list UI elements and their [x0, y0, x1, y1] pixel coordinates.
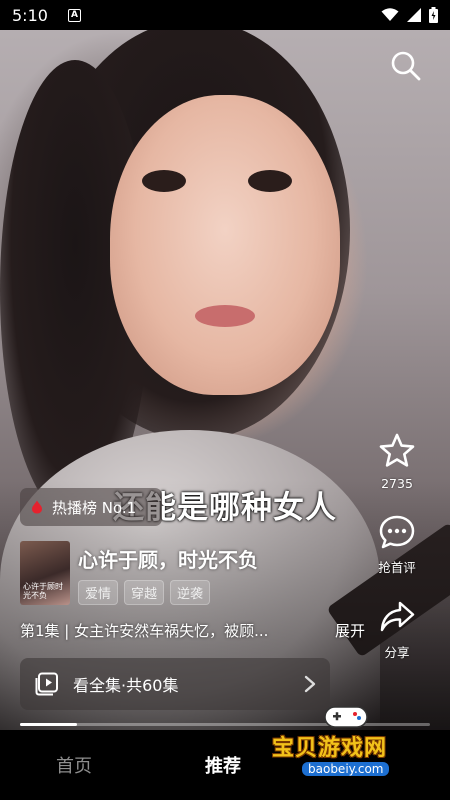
nav-home[interactable]: 首页: [56, 752, 92, 778]
favorite-count: 2735: [381, 476, 413, 491]
drama-tag[interactable]: 穿越: [124, 580, 165, 605]
drama-tags: 爱情 穿越 逆袭: [78, 580, 211, 605]
share-button[interactable]: 分享: [378, 598, 416, 661]
gamepad-icon: [324, 706, 368, 728]
watch-all-label: 看全集·共60集: [73, 676, 179, 695]
status-bar: 5:10 A: [0, 0, 450, 30]
chevron-right-icon: [304, 675, 316, 693]
video-frame-lips: [195, 305, 255, 327]
share-label: 分享: [384, 645, 410, 660]
drama-title[interactable]: 心许于顾，时光不负: [78, 544, 258, 573]
status-icons: [381, 7, 438, 23]
comment-label: 抢首评: [378, 560, 416, 575]
favorite-button[interactable]: 2735: [378, 432, 416, 491]
drama-cover-text: 心许于顾时光不负: [23, 582, 63, 601]
watermark-url: baobeiy.com: [302, 762, 390, 776]
watermark-title: 宝贝游戏网: [272, 736, 388, 761]
cellular-signal-icon: [407, 8, 421, 22]
drama-tag[interactable]: 逆袭: [170, 580, 211, 605]
drama-tag[interactable]: 爱情: [78, 580, 119, 605]
battery-charging-icon: [429, 7, 438, 23]
playlist-icon: [35, 672, 58, 696]
search-icon[interactable]: [390, 50, 422, 82]
action-column: 2735 抢首评 分享: [362, 432, 432, 661]
status-time: 5:10: [12, 5, 48, 25]
comment-button[interactable]: 抢首评: [378, 513, 416, 576]
notification-a-icon: A: [67, 8, 81, 22]
drama-cover[interactable]: 心许于顾时光不负: [20, 541, 70, 605]
expand-button[interactable]: 展开: [335, 620, 365, 641]
star-icon: [379, 433, 415, 467]
video-frame-face: [110, 95, 340, 395]
nav-recommend[interactable]: 推荐: [205, 752, 241, 778]
video-progress-fill: [20, 723, 78, 726]
video-frame-eye-left: [142, 170, 186, 192]
share-icon: [380, 601, 415, 632]
hot-rank-badge[interactable]: 热播榜 No.1: [20, 488, 162, 526]
video-frame-eye-right: [248, 170, 292, 192]
comment-icon: [379, 515, 415, 549]
hot-rank-text: 热播榜 No.1: [52, 498, 137, 517]
site-watermark-logo: 宝贝游戏网 baobeiy.com: [272, 702, 422, 782]
episode-summary: 第1集 | 女主许安然车祸失忆，被顾...: [20, 622, 269, 640]
wifi-icon: [381, 8, 399, 21]
flame-icon: [32, 500, 42, 514]
